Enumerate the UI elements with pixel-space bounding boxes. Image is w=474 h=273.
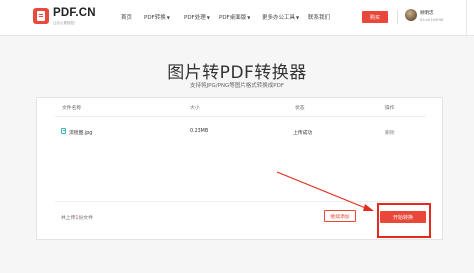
nav-pdf-convert[interactable]: PDF转换▼ (144, 13, 170, 21)
user-id: ID:a07d5f96 (420, 17, 444, 22)
divider (55, 116, 426, 117)
file-size: 0.23MB (190, 129, 209, 134)
upload-panel: 文件名称 大小 状态 操作 流程图.jpg 0.23MB 上传成功 删除 共上传… (36, 97, 443, 240)
nav-pdf-desktop[interactable]: PDF桌面版▼ (219, 13, 250, 21)
image-file-icon (61, 128, 66, 134)
start-convert-button[interactable]: 开始转换 (380, 211, 426, 223)
avatar[interactable] (405, 9, 417, 21)
table-header: 文件名称 大小 状态 操作 (37, 98, 442, 116)
file-status: 上传成功 (293, 131, 313, 136)
nav-pdf-process[interactable]: PDF处理▼ (184, 13, 210, 21)
divider (397, 10, 398, 24)
nav-more-tools[interactable]: 更多办公工具▼ (262, 13, 299, 21)
divider (466, 0, 467, 36)
chevron-down-icon: ▼ (247, 15, 251, 20)
pdf-logo-icon[interactable] (33, 8, 49, 24)
user-name[interactable]: 顾明忠 (420, 10, 434, 16)
top-navbar: PDF.CN 让办公更轻松！ 首页 PDF转换▼ PDF处理▼ PDF桌面版▼ … (0, 0, 474, 36)
chevron-down-icon: ▼ (206, 15, 210, 20)
nav-home[interactable]: 首页 (121, 13, 132, 21)
file-name: 流程图.jpg (69, 131, 93, 136)
chevron-down-icon: ▼ (166, 15, 170, 20)
page-subtitle: 支持将JPG/PNG等图片格式转换成PDF (190, 83, 284, 89)
logo-slogan: 让办公更轻松！ (53, 21, 78, 25)
logo-text[interactable]: PDF.CN (53, 7, 96, 19)
continue-add-button[interactable]: 继续添加 (324, 210, 356, 222)
page-title: 图片转PDF转换器 (167, 63, 307, 83)
divider (55, 201, 426, 202)
column-header-action: 操作 (385, 106, 395, 111)
column-header-name: 文件名称 (62, 106, 82, 111)
column-header-size: 大小 (190, 106, 200, 111)
column-header-status: 状态 (295, 106, 305, 111)
buy-button[interactable]: 购买 (362, 11, 388, 23)
chevron-down-icon: ▼ (296, 15, 300, 20)
file-count: 共上传1份文件 (61, 216, 93, 221)
nav-contact[interactable]: 联系我们 (308, 13, 330, 21)
delete-link[interactable]: 删除 (385, 129, 395, 136)
